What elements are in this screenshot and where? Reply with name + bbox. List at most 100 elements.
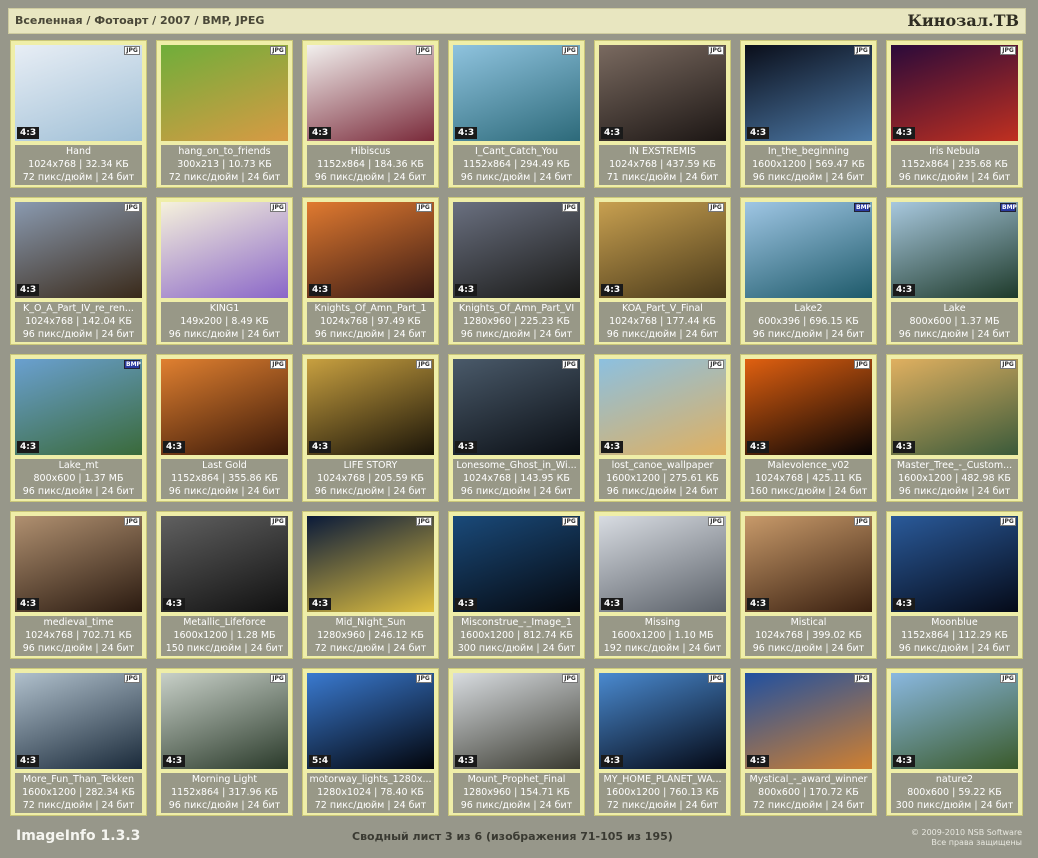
aspect-ratio-badge: 4:3 — [893, 755, 916, 767]
thumbnail-info: KOA_Part_V_Final 1024x768 | 177.44 КБ 96 п… — [599, 302, 726, 342]
thumbnail-image[interactable]: JPG 4:3 — [307, 45, 434, 141]
format-badge: JPG — [1000, 517, 1016, 526]
thumbnail-image[interactable]: JPG 4:3 — [891, 516, 1018, 612]
thumbnail-card[interactable]: JPG 4:3 Missing 1600x1200 | 1.10 МБ 192 пикс… — [594, 511, 731, 659]
thumbnail-image[interactable]: JPG 4:3 — [453, 45, 580, 141]
thumbnail-card[interactable]: JPG 4:3 Lonesome_Ghost_in_Wi... 1024x768 | … — [448, 354, 585, 502]
thumbnail-image[interactable]: JPG 4:3 — [599, 673, 726, 769]
thumbnail-image[interactable]: JPG 4:3 — [15, 516, 142, 612]
thumbnail-card[interactable]: JPG 4:3 IN EXSTREMIS 1024x768 | 437.59 КБ 71… — [594, 40, 731, 188]
thumbnail-card[interactable]: JPG KING1 149x200 | 8.49 КБ 96 пикс/дюйм | … — [156, 197, 293, 345]
file-meta: 96 пикс/дюйм | 24 бит — [606, 329, 719, 340]
thumbnail-image[interactable]: JPG 4:3 — [599, 516, 726, 612]
thumbnail-image[interactable]: BMP 4:3 — [15, 359, 142, 455]
thumbnail-card[interactable]: JPG 4:3 Master_Tree_-_Custom... 1600x1200 |… — [886, 354, 1023, 502]
thumbnail-card[interactable]: JPG 4:3 Mistical 1024x768 | 399.02 КБ 96 пик… — [740, 511, 877, 659]
format-badge: JPG — [854, 360, 870, 369]
thumbnail-image[interactable]: JPG 4:3 — [161, 359, 288, 455]
format-badge: JPG — [124, 203, 140, 212]
thumbnail-image[interactable]: JPG 4:3 — [307, 516, 434, 612]
format-badge: JPG — [854, 46, 870, 55]
thumbnail-card[interactable]: JPG 4:3 nature2 800x600 | 59.22 КБ 300 пикс/… — [886, 668, 1023, 816]
file-name: Mystical_-_award_winner — [749, 774, 868, 785]
thumbnail-card[interactable]: BMP 4:3 Lake_mt 800x600 | 1.37 МБ 96 пикс/дю… — [10, 354, 147, 502]
thumbnail-card[interactable]: JPG 5:4 motorway_lights_1280x... 1280x1024 … — [302, 668, 439, 816]
thumbnail-image[interactable]: JPG 4:3 — [599, 45, 726, 141]
file-meta: 72 пикс/дюйм | 24 бит — [752, 800, 865, 811]
format-badge: JPG — [708, 46, 724, 55]
breadcrumb: Вселенная / Фотоарт / 2007 / BMP, JPEG — [15, 14, 265, 27]
aspect-ratio-badge: 4:3 — [601, 284, 624, 296]
thumbnail-image[interactable]: JPG — [161, 202, 288, 298]
file-dimensions: 600x396 | 696.15 КБ — [758, 316, 859, 327]
thumbnail-info: Mystical_-_award_winner 800x600 | 170.72 … — [745, 773, 872, 813]
thumbnail-card[interactable]: JPG 4:3 lost_canoe_wallpaper 1600x1200 | 27… — [594, 354, 731, 502]
thumbnail-image[interactable]: JPG 4:3 — [15, 45, 142, 141]
thumbnail-info: nature2 800x600 | 59.22 КБ 300 пикс/дюйм |… — [891, 773, 1018, 813]
thumbnail-card[interactable]: JPG 4:3 LIFE STORY 1024x768 | 205.59 КБ 96 п… — [302, 354, 439, 502]
thumbnail-card[interactable]: JPG 4:3 Last Gold 1152x864 | 355.86 КБ 96 пи… — [156, 354, 293, 502]
thumbnail-image[interactable]: JPG 4:3 — [307, 359, 434, 455]
format-badge: JPG — [124, 46, 140, 55]
thumbnail-info: Mid_Night_Sun 1280x960 | 246.12 КБ 72 пикс… — [307, 616, 434, 656]
thumbnail-image[interactable]: JPG 4:3 — [453, 359, 580, 455]
thumbnail-image[interactable]: JPG 4:3 — [745, 359, 872, 455]
thumbnail-card[interactable]: JPG 4:3 Knights_Of_Amn_Part_VI 1280x960 | 2… — [448, 197, 585, 345]
thumbnail-card[interactable]: JPG 4:3 Mid_Night_Sun 1280x960 | 246.12 КБ 7… — [302, 511, 439, 659]
thumbnail-card[interactable]: JPG 4:3 Morning Light 1152x864 | 317.96 КБ 9… — [156, 668, 293, 816]
thumbnail-card[interactable]: JPG 4:3 More_Fun_Than_Tekken 1600x1200 | 28… — [10, 668, 147, 816]
thumbnail-image[interactable]: BMP — [745, 202, 872, 298]
thumbnail-card[interactable]: BMP Lake2 600x396 | 696.15 КБ 96 пикс/дюйм … — [740, 197, 877, 345]
thumbnail-image[interactable]: JPG 4:3 — [161, 516, 288, 612]
thumbnail-image[interactable]: JPG 4:3 — [15, 202, 142, 298]
thumbnail-image[interactable]: JPG 4:3 — [161, 673, 288, 769]
thumbnail-card[interactable]: JPG 4:3 Moonblue 1152x864 | 112.29 КБ 96 пик… — [886, 511, 1023, 659]
file-dimensions: 1280x1024 | 78.40 КБ — [317, 787, 424, 798]
file-name: MY_HOME_PLANET_WA... — [603, 774, 722, 785]
thumbnail-image[interactable]: JPG 4:3 — [745, 45, 872, 141]
thumbnail-image[interactable]: JPG 4:3 — [307, 202, 434, 298]
thumbnail-card[interactable]: JPG 4:3 Iris Nebula 1152x864 | 235.68 КБ 96 … — [886, 40, 1023, 188]
aspect-ratio-badge: 4:3 — [747, 441, 770, 453]
thumbnail-image[interactable]: JPG 4:3 — [599, 359, 726, 455]
file-meta: 160 пикс/дюйм | 24 бит — [749, 486, 868, 497]
thumbnail-card[interactable]: JPG 4:3 I_Cant_Catch_You 1152x864 | 294.49 … — [448, 40, 585, 188]
thumbnail-card[interactable]: JPG 4:3 KOA_Part_V_Final 1024x768 | 177.44 … — [594, 197, 731, 345]
thumbnail-image[interactable]: JPG 5:4 — [307, 673, 434, 769]
file-dimensions: 1024x768 | 425.11 КБ — [755, 473, 862, 484]
thumbnail-image[interactable]: JPG 4:3 — [599, 202, 726, 298]
file-dimensions: 1024x768 | 399.02 КБ — [755, 630, 862, 641]
sheet-info: Сводный лист 3 из 6 (изображения 71-105 … — [352, 830, 673, 843]
copyright: © 2009-2010 NSB Software Все права защищ… — [911, 828, 1022, 848]
thumbnail-card[interactable]: JPG hang_on_to_friends 300x213 | 10.73 КБ 7… — [156, 40, 293, 188]
thumbnail-image[interactable]: JPG 4:3 — [745, 516, 872, 612]
thumbnail-card[interactable]: JPG 4:3 Hand 1024x768 | 32.34 КБ 72 пикс/дюй… — [10, 40, 147, 188]
thumbnail-card[interactable]: JPG 4:3 Malevolence_v02 1024x768 | 425.11 К… — [740, 354, 877, 502]
thumbnail-image[interactable]: JPG 4:3 — [891, 673, 1018, 769]
thumbnail-card[interactable]: JPG 4:3 Metallic_Lifeforce 1600x1200 | 1.28… — [156, 511, 293, 659]
thumbnail-image[interactable]: BMP 4:3 — [891, 202, 1018, 298]
file-meta: 96 пикс/дюйм | 24 бит — [168, 486, 281, 497]
thumbnail-card[interactable]: JPG 4:3 MY_HOME_PLANET_WA... 1600x1200 | 76… — [594, 668, 731, 816]
thumbnail-image[interactable]: JPG 4:3 — [15, 673, 142, 769]
thumbnail-image[interactable]: JPG 4:3 — [891, 359, 1018, 455]
thumbnail-image[interactable]: JPG 4:3 — [745, 673, 872, 769]
thumbnail-card[interactable]: JPG 4:3 medieval_time 1024x768 | 702.71 КБ 9… — [10, 511, 147, 659]
thumbnail-image[interactable]: JPG 4:3 — [453, 516, 580, 612]
thumbnail-card[interactable]: JPG 4:3 Mount_Prophet_Final 1280x960 | 154.… — [448, 668, 585, 816]
thumbnail-card[interactable]: JPG 4:3 Mystical_-_award_winner 800x600 | 1… — [740, 668, 877, 816]
thumbnail-card[interactable]: JPG 4:3 Misconstrue_-_Image_1 1600x1200 | 8… — [448, 511, 585, 659]
thumbnail-info: Mistical 1024x768 | 399.02 КБ 96 пикс/дюйм… — [745, 616, 872, 656]
thumbnail-image[interactable]: JPG 4:3 — [891, 45, 1018, 141]
thumbnail-info: Moonblue 1152x864 | 112.29 КБ 96 пикс/дюйм… — [891, 616, 1018, 656]
thumbnail-card[interactable]: JPG 4:3 K_O_A_Part_IV_re_ren... 1024x768 | … — [10, 197, 147, 345]
thumbnail-image[interactable]: JPG 4:3 — [453, 202, 580, 298]
thumbnail-image[interactable]: JPG — [161, 45, 288, 141]
thumbnail-card[interactable]: BMP 4:3 Lake 800x600 | 1.37 МБ 96 пикс/дюйм … — [886, 197, 1023, 345]
thumbnail-image[interactable]: JPG 4:3 — [453, 673, 580, 769]
thumbnail-card[interactable]: JPG 4:3 Hibiscus 1152x864 | 184.36 КБ 96 пик… — [302, 40, 439, 188]
thumbnail-card[interactable]: JPG 4:3 Knights_Of_Amn_Part_1 1024x768 | 97… — [302, 197, 439, 345]
thumbnail-card[interactable]: JPG 4:3 In_the_beginning 1600x1200 | 569.47… — [740, 40, 877, 188]
aspect-ratio-badge: 4:3 — [17, 598, 40, 610]
aspect-ratio-badge: 4:3 — [455, 598, 478, 610]
